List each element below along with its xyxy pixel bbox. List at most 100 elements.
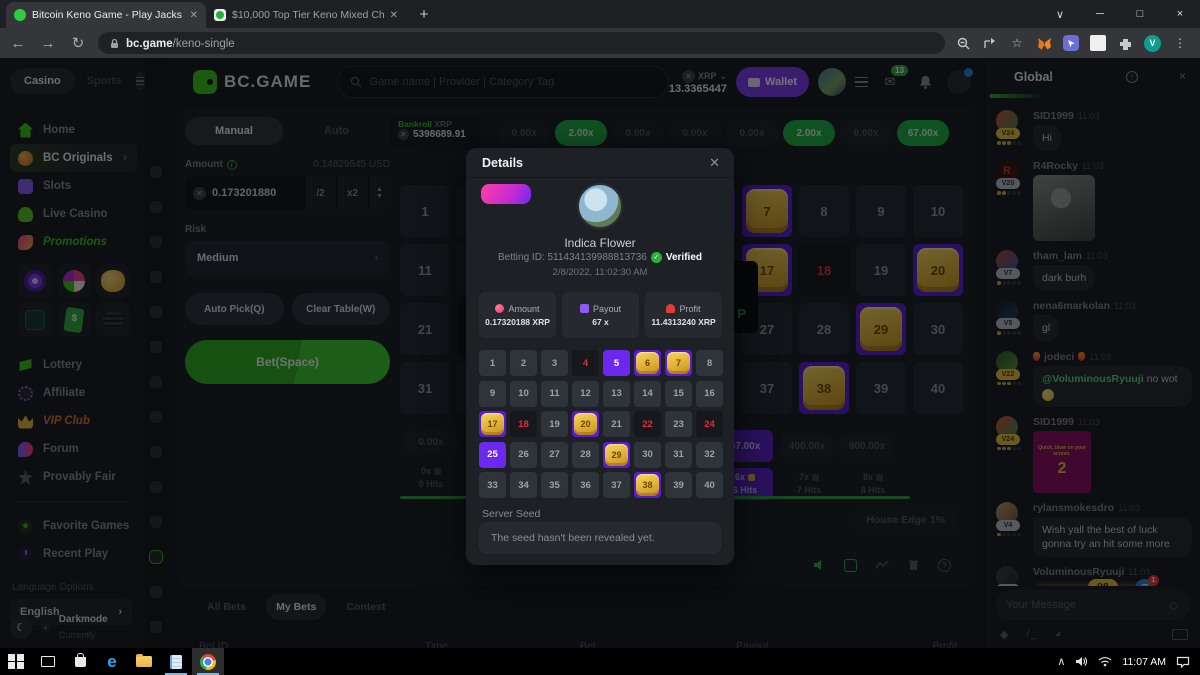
keno-cell: 13 [603,381,630,407]
gold-chip: 6 [636,352,659,374]
volume-icon[interactable] [1075,656,1088,667]
keno-cell: 31 [665,442,692,468]
stat-value: 67 x [592,317,609,327]
tab-title: $10,000 Top Tier Keno Mixed Cha [232,9,384,21]
notepad-icon[interactable] [160,648,192,675]
zoom-icon[interactable] [955,35,971,51]
address-bar[interactable]: bc.game/keno-single [98,32,945,54]
keno-cell: 14 [634,381,661,407]
extensions-puzzle-icon[interactable] [1117,35,1133,51]
keno-cell: 21 [603,411,630,437]
tab-close-icon[interactable]: ✕ [390,10,398,21]
stat-label: Profit [679,304,700,314]
start-button[interactable] [0,648,32,675]
betting-id-value: 511434139988813736 [547,252,646,263]
new-tab-button[interactable]: + [412,2,436,26]
tab-search-icon[interactable]: ∨ [1040,0,1080,28]
browser-toolbar: ← → ↻ bc.game/keno-single ☆ V ⋮ [0,28,1200,58]
edge-icon[interactable]: e [96,648,128,675]
keno-cell: 39 [665,472,692,498]
browser-tab[interactable]: Bitcoin Keno Game - Play Jacks o ✕ [6,2,206,28]
task-view-button[interactable] [32,648,64,675]
person-icon [666,304,675,313]
wifi-icon[interactable] [1098,656,1112,667]
keno-cell: 25 [479,442,506,468]
share-icon[interactable] [982,35,998,51]
minimize-button[interactable]: ─ [1080,0,1120,28]
tray-expand-icon[interactable]: ∧ [1057,655,1065,668]
maximize-button[interactable]: □ [1120,0,1160,28]
reload-button[interactable]: ↻ [68,34,88,52]
clock[interactable]: 11:07 AM [1122,656,1166,668]
keno-cell: 12 [572,381,599,407]
forward-button[interactable]: → [38,35,58,52]
gold-chip: 38 [636,474,659,496]
cursor-extension-icon[interactable] [1063,35,1079,51]
tab-close-icon[interactable]: ✕ [190,10,198,21]
chrome-icon[interactable] [192,648,224,675]
server-seed-value: The seed hasn't been revealed yet. [479,522,721,554]
qr-extension-icon[interactable] [1090,35,1106,51]
gold-chip: 20 [574,413,597,435]
keno-cell: 8 [696,350,723,376]
tab-title: Bitcoin Keno Game - Play Jacks o [32,9,184,21]
url-path: /keno-single [173,38,235,50]
keno-cell: 22 [634,411,661,437]
keno-cell: 19 [541,411,568,437]
menu-dots-icon[interactable]: ⋮ [1172,35,1188,51]
windows-taskbar: e ∧ 11:07 AM [0,648,1200,675]
keno-cell: 1 [479,350,506,376]
player-avatar[interactable] [577,183,623,229]
keno-cell: 5 [603,350,630,376]
keno-cell: 30 [634,442,661,468]
back-button[interactable]: ← [8,35,28,52]
keno-cell: 6 [634,350,661,376]
browser-profile-avatar[interactable]: V [1144,35,1161,52]
keno-cell: 23 [665,411,692,437]
site-favicon-icon [14,9,26,21]
coins-icon [495,304,504,313]
stat-label: Amount [508,304,539,314]
stat-card: Profit 11.4313240 XRP [645,292,722,338]
action-center-icon[interactable] [1176,656,1190,668]
keno-cell: 38 [634,472,661,498]
keno-cell: 37 [603,472,630,498]
keno-board-modal: 1234567891011121314151617181920212223242… [479,350,723,500]
lock-icon [110,38,119,49]
keno-cell: 20 [572,411,599,437]
site-favicon-icon [214,9,226,21]
verified-shield-icon: ✓ [651,252,662,263]
bcgame-app: Casino Sports HomeBC Originals›SlotsLive… [0,58,1200,648]
modal-close-icon[interactable]: ✕ [709,155,720,171]
browser-tab[interactable]: $10,000 Top Tier Keno Mixed Cha ✕ [206,2,406,28]
keno-cell: 35 [541,472,568,498]
keno-cell: 36 [572,472,599,498]
tab-strip: Bitcoin Keno Game - Play Jacks o✕$10,000… [0,0,436,28]
bet-stats: Amount0.17320188 XRPPayout67 xProfit11.4… [479,292,722,338]
metamask-extension-icon[interactable] [1036,35,1052,51]
betting-id-row: Betting ID: 511434139988813736 ✓ Verifie… [466,252,734,263]
url-host: bc.game [126,38,173,50]
bookmark-star-icon[interactable]: ☆ [1009,35,1025,51]
scrolled-gif-fragment [481,184,531,204]
keno-cell: 17 [479,411,506,437]
toolbar-extensions: ☆ V ⋮ [955,35,1192,52]
betting-id-label: Betting ID: [498,252,545,263]
keno-cell: 33 [479,472,506,498]
browser-tab-bar: Bitcoin Keno Game - Play Jacks o✕$10,000… [0,0,1200,28]
keno-cell: 27 [541,442,568,468]
file-explorer-icon[interactable] [128,648,160,675]
screen: Bitcoin Keno Game - Play Jacks o✕$10,000… [0,0,1200,675]
keno-cell: 7 [665,350,692,376]
keno-cell: 34 [510,472,537,498]
keno-cell: 2 [510,350,537,376]
stat-value: 11.4313240 XRP [651,317,715,327]
keno-cell: 10 [510,381,537,407]
modal-title: Details [482,156,523,170]
store-icon[interactable] [64,648,96,675]
keno-cell: 32 [696,442,723,468]
close-button[interactable]: × [1160,0,1200,28]
gold-chip: 7 [667,352,690,374]
player-name[interactable]: Indica Flower [466,236,734,250]
keno-cell: 26 [510,442,537,468]
